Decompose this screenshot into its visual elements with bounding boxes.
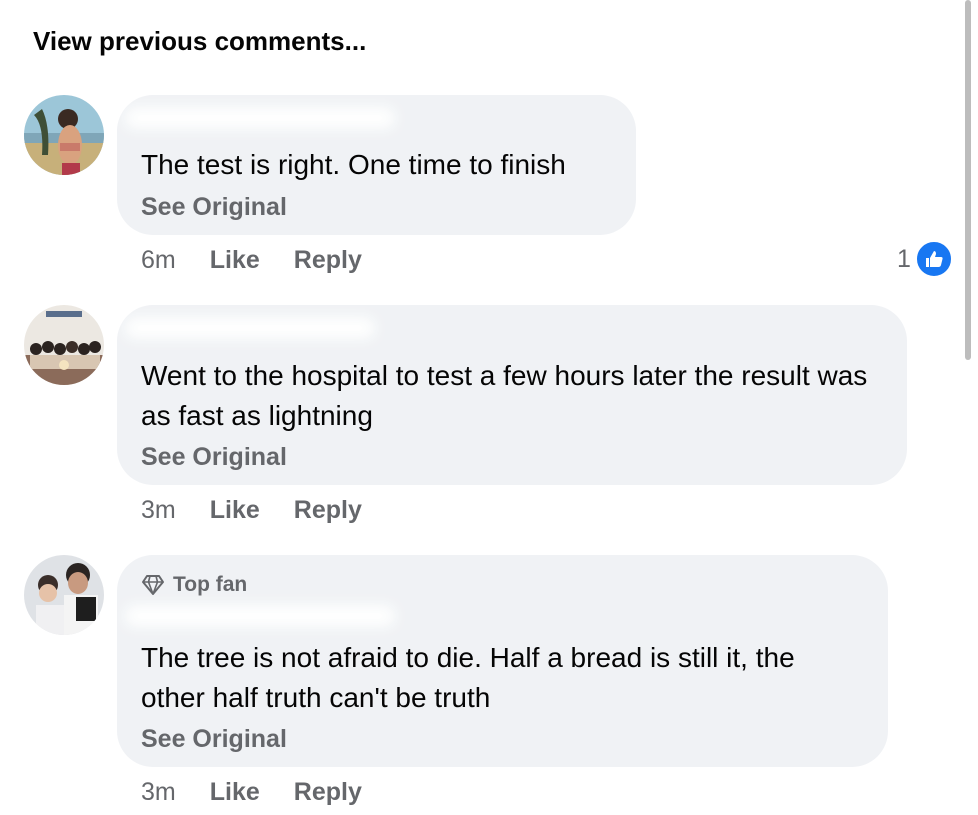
avatar[interactable] bbox=[24, 95, 104, 175]
diamond-icon bbox=[142, 575, 164, 595]
author-name-redacted bbox=[125, 317, 375, 339]
reply-button[interactable]: Reply bbox=[294, 778, 362, 807]
reaction-count: 1 bbox=[897, 244, 911, 273]
see-original-link[interactable]: See Original bbox=[141, 193, 287, 222]
reply-button[interactable]: Reply bbox=[294, 496, 362, 525]
comment-text: The tree is not afraid to die. Half a br… bbox=[141, 642, 795, 713]
author-name-redacted bbox=[125, 107, 395, 129]
comment-actions: 6m Like Reply bbox=[141, 246, 396, 275]
comment-bubble: Top fan The tree is not afraid to die. H… bbox=[117, 555, 888, 767]
like-button[interactable]: Like bbox=[210, 246, 260, 275]
top-fan-badge: Top fan bbox=[141, 573, 247, 597]
top-fan-label: Top fan bbox=[173, 573, 248, 596]
comment-timestamp: 3m bbox=[141, 778, 176, 806]
reply-button[interactable]: Reply bbox=[294, 246, 362, 275]
see-original-link[interactable]: See Original bbox=[141, 725, 287, 754]
comment-text: Went to the hospital to test a few hours… bbox=[141, 360, 868, 431]
like-button[interactable]: Like bbox=[210, 496, 260, 525]
avatar[interactable] bbox=[24, 555, 104, 635]
like-button[interactable]: Like bbox=[210, 778, 260, 807]
comments-panel: View previous comments... The test is ri… bbox=[0, 0, 978, 815]
comment-bubble: Went to the hospital to test a few hours… bbox=[117, 305, 907, 485]
reaction-summary[interactable]: 1 bbox=[897, 240, 953, 278]
comment-timestamp: 3m bbox=[141, 496, 176, 524]
comment-bubble: The test is right. One time to finish Se… bbox=[117, 95, 636, 235]
see-original-link[interactable]: See Original bbox=[141, 443, 287, 472]
view-previous-comments-link[interactable]: View previous comments... bbox=[33, 26, 366, 57]
avatar[interactable] bbox=[24, 305, 104, 385]
scrollbar[interactable] bbox=[965, 0, 971, 360]
comment-timestamp: 6m bbox=[141, 246, 176, 274]
comment-actions: 3m Like Reply bbox=[141, 778, 396, 807]
comment-text: The test is right. One time to finish bbox=[141, 149, 566, 180]
thumbs-up-icon bbox=[914, 240, 953, 278]
comment-actions: 3m Like Reply bbox=[141, 496, 396, 525]
author-name-redacted bbox=[125, 605, 395, 627]
